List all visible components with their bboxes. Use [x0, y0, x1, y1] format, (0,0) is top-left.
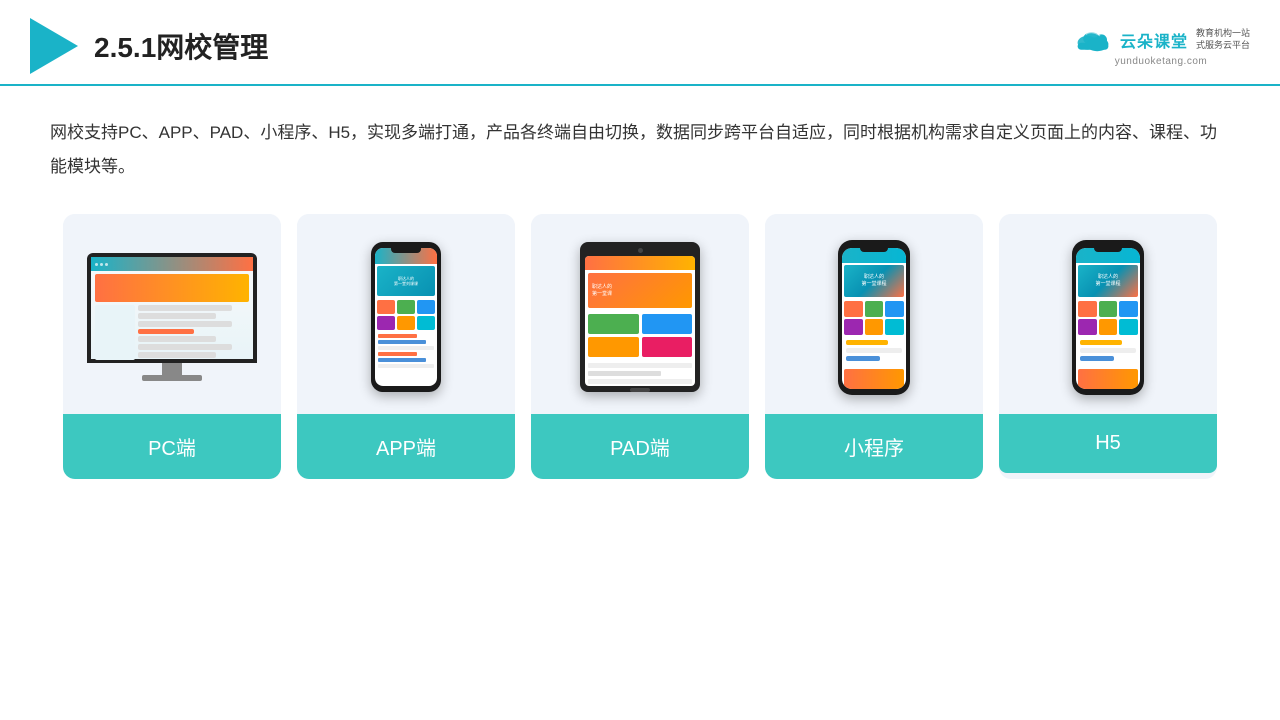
- pad-device-icon: 职达人的第一堂课: [580, 242, 700, 392]
- brand-url: yunduoketang.com: [1115, 56, 1208, 67]
- h5-device-icon: 职达人的第一堂课程: [1072, 240, 1144, 395]
- card-pc-image: [63, 214, 281, 414]
- brand-area: 云朵课堂 教育机构一站 式服务云平台 yunduoketang.com: [1072, 26, 1250, 67]
- card-pc-label: PC端: [63, 414, 281, 479]
- card-pad-image: 职达人的第一堂课: [531, 214, 749, 414]
- card-h5-label: H5: [999, 414, 1217, 473]
- main-content: 网校支持PC、APP、PAD、小程序、H5，实现多端打通，产品各终端自由切换，数…: [0, 86, 1280, 499]
- card-miniprogram-image: 职达人的第一堂课程: [765, 214, 983, 414]
- card-miniprogram: 职达人的第一堂课程: [765, 214, 983, 479]
- brand-tagline1: 教育机构一站: [1196, 28, 1250, 40]
- card-app: 职达人的第一堂刘课课: [297, 214, 515, 479]
- logo-icon: [30, 18, 78, 74]
- page-title: 2.5.1网校管理: [94, 26, 268, 66]
- card-app-label: APP端: [297, 414, 515, 479]
- brand-logo: 云朵课堂 教育机构一站 式服务云平台: [1072, 26, 1250, 54]
- card-pad: 职达人的第一堂课: [531, 214, 749, 479]
- description-text: 网校支持PC、APP、PAD、小程序、H5，实现多端打通，产品各终端自由切换，数…: [50, 116, 1230, 184]
- card-h5: 职达人的第一堂课程: [999, 214, 1217, 479]
- card-app-image: 职达人的第一堂刘课课: [297, 214, 515, 414]
- header-left: 2.5.1网校管理: [30, 18, 268, 74]
- miniprogram-device-icon: 职达人的第一堂课程: [838, 240, 910, 395]
- pc-device-icon: [87, 253, 257, 381]
- cards-container: PC端 职达人的第一堂刘课课: [50, 214, 1230, 479]
- brand-tagline2: 式服务云平台: [1196, 40, 1250, 52]
- cloud-icon: [1072, 26, 1114, 54]
- header: 2.5.1网校管理 云朵课堂 教育机构一站 式服务云平台 yunduoketan…: [0, 0, 1280, 86]
- card-miniprogram-label: 小程序: [765, 414, 983, 479]
- card-h5-image: 职达人的第一堂课程: [999, 214, 1217, 414]
- brand-name: 云朵课堂: [1120, 28, 1188, 52]
- card-pad-label: PAD端: [531, 414, 749, 479]
- app-device-icon: 职达人的第一堂刘课课: [371, 242, 441, 392]
- card-pc: PC端: [63, 214, 281, 479]
